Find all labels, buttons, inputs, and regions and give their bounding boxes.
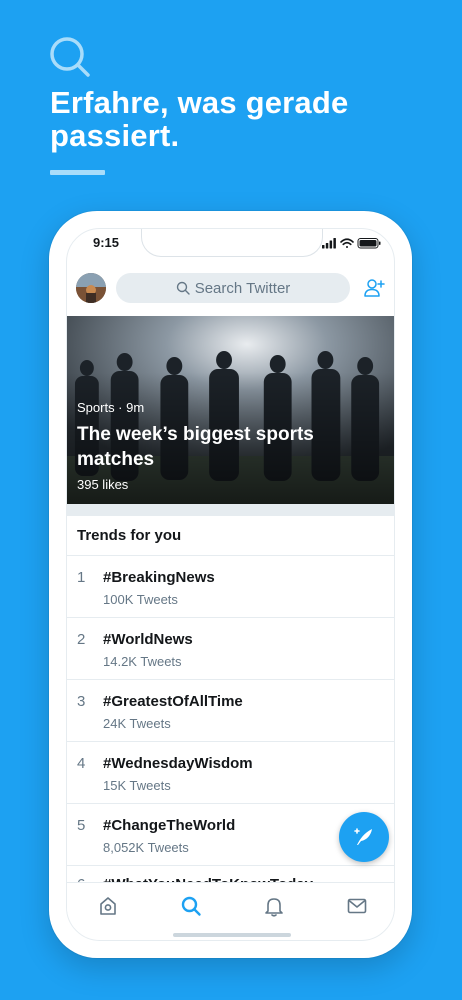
status-icons: [322, 238, 381, 249]
add-user-icon[interactable]: [363, 277, 385, 299]
story-title: The week’s biggest sports matches: [77, 424, 314, 470]
explore-header: Search Twitter: [67, 265, 394, 317]
trend-item[interactable]: 4 #WednesdayWisdom 15K Tweets: [67, 742, 394, 804]
battery-icon: [357, 238, 381, 249]
search-icon: [50, 37, 90, 77]
profile-avatar[interactable]: [76, 273, 106, 303]
trend-hashtag: #WednesdayWisdom: [103, 755, 253, 772]
trend-hashtag: #WorldNews: [103, 631, 193, 648]
compose-tweet-icon: [354, 828, 372, 845]
trend-rank: 1: [77, 569, 86, 586]
trend-hashtag: #GreatestOfAllTime: [103, 693, 243, 710]
trend-hashtag: #BreakingNews: [103, 569, 215, 586]
bell-icon[interactable]: [263, 895, 285, 917]
bottom-tab-bar: [67, 882, 394, 928]
headline-underline: [50, 170, 105, 175]
search-icon: [176, 281, 190, 295]
compose-tweet-button[interactable]: [339, 812, 389, 862]
trend-count: 15K Tweets: [103, 778, 171, 793]
trend-count: 14.2K Tweets: [103, 654, 182, 669]
search-icon[interactable]: [180, 895, 202, 917]
wifi-icon: [340, 238, 354, 248]
trend-rank: 3: [77, 693, 86, 710]
mail-icon[interactable]: [346, 895, 368, 917]
status-time: 9:15: [93, 235, 120, 250]
search-input[interactable]: Search Twitter: [116, 273, 350, 303]
trend-rank: 4: [77, 755, 86, 772]
trend-item[interactable]: 1 #BreakingNews 100K Tweets: [67, 556, 394, 618]
phone-screen: 9:15 Search Twitter Sports · 9m The week…: [66, 228, 395, 941]
avatar-image: [76, 273, 106, 303]
trend-item[interactable]: 3 #GreatestOfAllTime 24K Tweets: [67, 680, 394, 742]
home-indicator: [173, 933, 291, 937]
trends-header: Trends for you: [67, 516, 394, 556]
trend-rank: 5: [77, 817, 86, 834]
phone-frame: 9:15 Search Twitter Sports · 9m The week…: [49, 211, 412, 958]
trend-item[interactable]: 2 #WorldNews 14.2K Tweets: [67, 618, 394, 680]
story-likes: 395 likes: [77, 477, 129, 492]
trend-rank: 2: [77, 631, 86, 648]
search-placeholder: Search Twitter: [194, 279, 291, 297]
featured-story[interactable]: Sports · 9m The week’s biggest sports ma…: [67, 316, 394, 504]
signal-icon: [322, 238, 336, 249]
trend-count: 24K Tweets: [103, 716, 171, 731]
story-category: Sports · 9m: [77, 400, 145, 415]
phone-notch: [141, 229, 323, 257]
trend-count: 8,052K Tweets: [103, 840, 189, 855]
trend-hashtag: #ChangeTheWorld: [103, 817, 236, 834]
home-icon[interactable]: [97, 895, 119, 917]
trend-count: 100K Tweets: [103, 592, 178, 607]
section-divider: [67, 504, 394, 516]
promo-headline: Erfahre, was gerade passiert.: [50, 85, 349, 153]
